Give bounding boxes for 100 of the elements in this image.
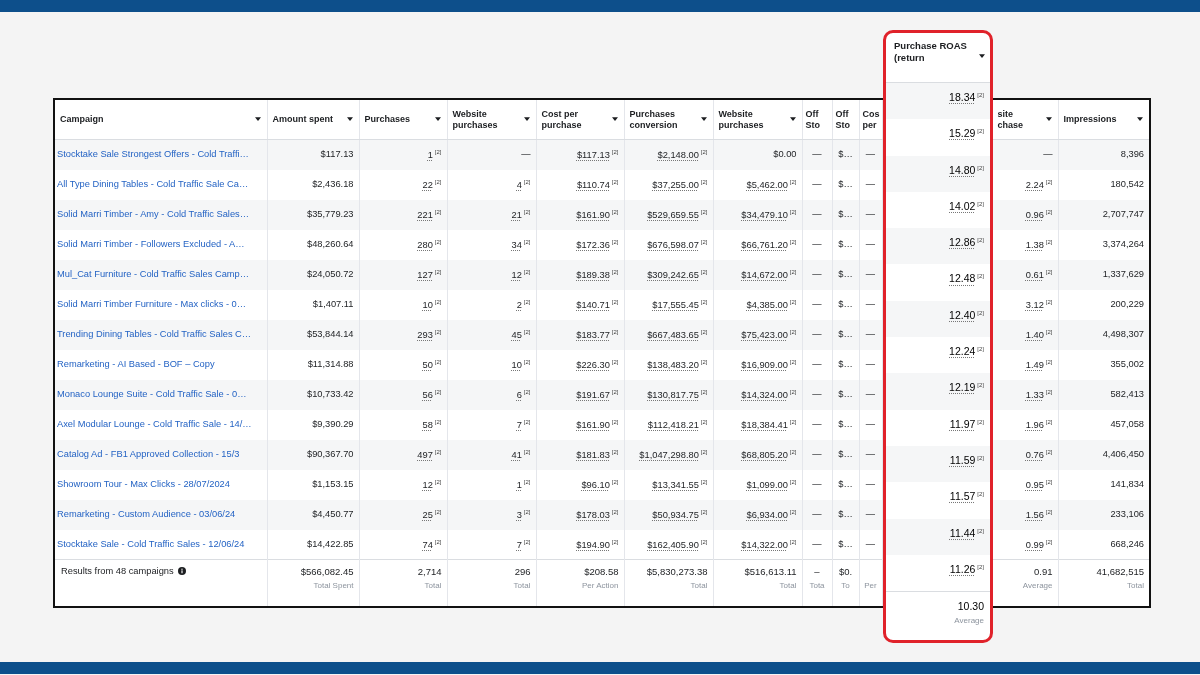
column-header[interactable]: Website purchases (447, 100, 536, 140)
metric-value[interactable]: $110.74 (576, 179, 610, 190)
metric-value[interactable]: 3.12 (1025, 299, 1044, 310)
metric-value[interactable]: $676,598.07 (647, 239, 699, 250)
metric-value[interactable]: $161.90 (576, 419, 610, 430)
metric-value[interactable]: 11.57 (949, 490, 976, 503)
metric-value[interactable]: 221 (417, 209, 433, 220)
metric-value[interactable]: 12.40 (949, 308, 976, 321)
metric-value[interactable]: $194.90 (576, 539, 610, 550)
metric-value[interactable]: 74 (422, 539, 433, 550)
metric-value[interactable]: 11.97 (949, 417, 976, 430)
metric-value[interactable]: 1.96 (1025, 419, 1044, 430)
metric-value[interactable]: 11.59 (949, 453, 976, 466)
metric-value[interactable]: 12.86 (949, 236, 976, 249)
campaign-link[interactable]: Mul_Cat Furniture - Cold Traffic Sales Camp… (57, 268, 250, 279)
metric-value[interactable]: $66,761.20 (741, 239, 788, 250)
metric-value[interactable]: $667,483.65 (647, 329, 699, 340)
column-header[interactable]: Amount spent (267, 100, 359, 140)
metric-value[interactable]: $50,934.75 (652, 509, 699, 520)
metric-value[interactable]: $162,405.90 (647, 539, 699, 550)
metric-value[interactable]: 280 (417, 239, 433, 250)
column-header[interactable]: Off Sto (802, 100, 832, 140)
metric-value[interactable]: 12.24 (949, 345, 976, 358)
metric-value[interactable]: 58 (422, 419, 433, 430)
campaign-link[interactable]: Solid Marri Timber - Amy - Cold Traffic Sales… (57, 208, 249, 219)
metric-value[interactable]: 1 (427, 150, 433, 160)
metric-value[interactable]: 34 (511, 239, 522, 250)
metric-value[interactable]: 11.26 (949, 562, 976, 575)
metric-value[interactable]: 10 (422, 299, 433, 310)
metric-value[interactable]: $17,555.45 (652, 299, 699, 310)
metric-value[interactable]: 2.24 (1025, 179, 1044, 190)
metric-value[interactable]: $189.38 (576, 269, 610, 280)
metric-value[interactable]: 21 (511, 209, 522, 220)
campaign-link[interactable]: Catalog Ad - FB1 Approved Collection - 15/3 (57, 448, 240, 459)
metric-value[interactable]: $117.13 (576, 150, 610, 160)
metric-value[interactable]: $6,934.00 (746, 509, 788, 520)
metric-value[interactable]: 14.80 (949, 163, 976, 176)
metric-value[interactable]: $529,659.55 (647, 209, 699, 220)
metric-value[interactable]: 50 (422, 359, 433, 370)
metric-value[interactable]: $18,384.41 (741, 419, 788, 430)
metric-value[interactable]: $75,423.00 (741, 329, 788, 340)
metric-value[interactable]: 0.95 (1025, 479, 1044, 490)
metric-value[interactable]: 7 (516, 419, 522, 430)
campaign-link[interactable]: Solid Marri Timber - Followers Excluded - A… (57, 238, 245, 249)
metric-value[interactable]: $1,099.00 (746, 479, 788, 490)
metric-value[interactable]: 1.33 (1025, 389, 1044, 400)
metric-value[interactable]: $309,242.65 (647, 269, 699, 280)
campaign-link[interactable]: Solid Marri Timber Furniture - Max clicks - 0… (57, 298, 247, 309)
metric-value[interactable]: 2 (516, 299, 522, 310)
campaign-link[interactable]: Remarketing - Custom Audience - 03/06/24 (57, 508, 236, 519)
metric-value[interactable]: $4,385.00 (746, 299, 788, 310)
metric-value[interactable]: 0.99 (1025, 539, 1044, 550)
metric-value[interactable]: 293 (417, 329, 433, 340)
metric-value[interactable]: 6 (516, 389, 522, 400)
metric-value[interactable]: 41 (511, 449, 522, 460)
metric-value[interactable]: 12 (511, 269, 522, 280)
metric-value[interactable]: $161.90 (576, 209, 610, 220)
metric-value[interactable]: 45 (511, 329, 522, 340)
metric-value[interactable]: 14.02 (949, 199, 976, 212)
metric-value[interactable]: $191.67 (576, 389, 610, 400)
metric-value[interactable]: $138,483.20 (647, 359, 699, 370)
metric-value[interactable]: 22 (422, 179, 433, 190)
metric-value[interactable]: $14,322.00 (741, 539, 788, 550)
metric-value[interactable]: $130,817.75 (647, 389, 699, 400)
metric-value[interactable]: 497 (417, 449, 433, 460)
metric-value[interactable]: $96.10 (581, 479, 610, 490)
metric-value[interactable]: 1.56 (1025, 509, 1044, 520)
metric-value[interactable]: $112,418.21 (647, 419, 699, 430)
metric-value[interactable]: 56 (422, 389, 433, 400)
campaign-link[interactable]: Remarketing - AI Based - BOF – Copy (57, 358, 215, 369)
metric-value[interactable]: 0.96 (1025, 209, 1044, 220)
metric-value[interactable]: 1.38 (1025, 239, 1044, 250)
metric-value[interactable]: $178.03 (576, 509, 610, 520)
metric-value[interactable]: 0.61 (1025, 269, 1044, 280)
metric-value[interactable]: $2,148.00 (657, 150, 699, 160)
metric-value[interactable]: $13,341.55 (652, 479, 699, 490)
metric-value[interactable]: 1.40 (1025, 329, 1044, 340)
metric-value[interactable]: 15.29 (949, 127, 976, 140)
metric-value[interactable]: 12.19 (949, 381, 976, 394)
metric-value[interactable]: 10 (511, 359, 522, 370)
campaign-link[interactable]: All Type Dining Tables - Cold Traffic Sale Ca… (57, 178, 249, 189)
metric-value[interactable]: $14,672.00 (741, 269, 788, 280)
metric-value[interactable]: 1.49 (1025, 359, 1044, 370)
column-header[interactable]: Website purchases (713, 100, 802, 140)
metric-value[interactable]: 1 (516, 479, 522, 490)
metric-value[interactable]: $37,255.00 (652, 179, 699, 190)
campaign-link[interactable]: Stocktake Sale - Cold Traffic Sales - 12/06/24 (57, 538, 245, 549)
campaign-link[interactable]: Trending Dining Tables - Cold Traffic Sales C… (57, 328, 252, 339)
metric-value[interactable]: $34,479.10 (741, 209, 788, 220)
metric-value[interactable]: $68,805.20 (741, 449, 788, 460)
column-header[interactable]: Purchases (359, 100, 447, 140)
metric-value[interactable]: $14,324.00 (741, 389, 788, 400)
metric-value[interactable]: $5,462.00 (746, 179, 788, 190)
metric-value[interactable]: $183.77 (576, 329, 610, 340)
metric-value[interactable]: 11.44 (949, 526, 976, 539)
campaign-link[interactable]: Stocktake Sale Strongest Offers - Cold Traffi… (57, 149, 249, 159)
metric-value[interactable]: 4 (516, 179, 522, 190)
metric-value[interactable]: $1,047,298.80 (639, 449, 699, 460)
metric-value[interactable]: 12.48 (949, 272, 976, 285)
metric-value[interactable]: 25 (422, 509, 433, 520)
